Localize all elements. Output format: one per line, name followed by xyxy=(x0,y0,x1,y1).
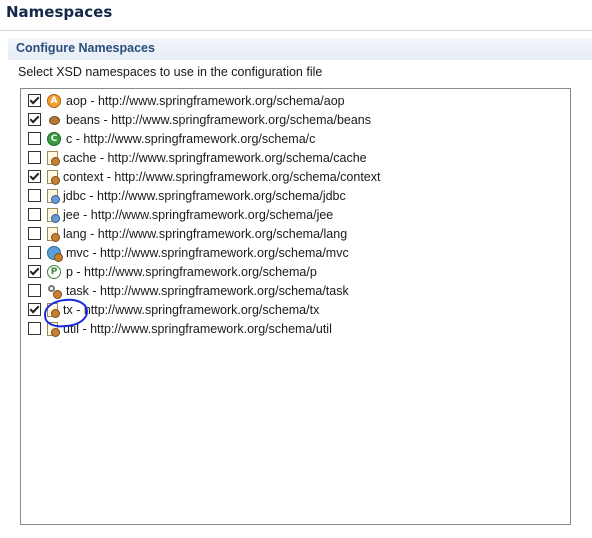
namespace-item-context[interactable]: context - http://www.springframework.org… xyxy=(28,167,381,186)
checkbox-jdbc[interactable] xyxy=(28,189,41,202)
namespace-label: jee - http://www.springframework.org/sch… xyxy=(63,207,334,222)
document-icon xyxy=(47,188,60,204)
document-icon xyxy=(47,226,60,242)
namespace-list[interactable]: A aop - http://www.springframework.org/s… xyxy=(20,88,571,525)
namespace-label: util - http://www.springframework.org/sc… xyxy=(63,321,332,336)
checkbox-tx[interactable] xyxy=(28,303,41,316)
checkbox-p[interactable] xyxy=(28,265,41,278)
document-icon xyxy=(47,302,60,318)
checkbox-jee[interactable] xyxy=(28,208,41,221)
namespace-label: mvc - http://www.springframework.org/sch… xyxy=(66,245,349,260)
checkbox-lang[interactable] xyxy=(28,227,41,240)
checkbox-util[interactable] xyxy=(28,322,41,335)
namespace-label: tx - http://www.springframework.org/sche… xyxy=(63,302,320,317)
namespace-label: aop - http://www.springframework.org/sch… xyxy=(66,93,345,108)
namespace-item-cache[interactable]: cache - http://www.springframework.org/s… xyxy=(28,148,367,167)
checkbox-c[interactable] xyxy=(28,132,41,145)
aop-icon: A xyxy=(47,93,61,108)
namespace-item-tx[interactable]: tx - http://www.springframework.org/sche… xyxy=(28,300,319,319)
namespace-item-beans[interactable]: beans - http://www.springframework.org/s… xyxy=(28,110,371,129)
namespace-label: lang - http://www.springframework.org/sc… xyxy=(63,226,348,241)
checkbox-aop[interactable] xyxy=(28,94,41,107)
section-title: Configure Namespaces xyxy=(16,41,155,55)
checkbox-task[interactable] xyxy=(28,284,41,297)
page-header: Namespaces xyxy=(0,0,592,31)
namespace-label: context - http://www.springframework.org… xyxy=(63,169,381,184)
namespace-item-c[interactable]: C c - http://www.springframework.org/sch… xyxy=(28,129,315,148)
document-icon xyxy=(47,150,60,166)
namespace-item-mvc[interactable]: mvc - http://www.springframework.org/sch… xyxy=(28,243,349,262)
section-description: Select XSD namespaces to use in the conf… xyxy=(18,65,323,79)
namespace-item-task[interactable]: task - http://www.springframework.org/sc… xyxy=(28,281,349,300)
namespace-item-aop[interactable]: A aop - http://www.springframework.org/s… xyxy=(28,91,345,110)
document-icon xyxy=(47,321,60,337)
checkbox-beans[interactable] xyxy=(28,113,41,126)
namespace-item-util[interactable]: util - http://www.springframework.org/sc… xyxy=(28,319,332,338)
page-title: Namespaces xyxy=(6,3,113,21)
namespace-item-p[interactable]: P p - http://www.springframework.org/sch… xyxy=(28,262,317,281)
checkbox-cache[interactable] xyxy=(28,151,41,164)
namespace-label: beans - http://www.springframework.org/s… xyxy=(66,112,371,127)
namespace-label: task - http://www.springframework.org/sc… xyxy=(66,283,349,298)
section-title-bar: Configure Namespaces xyxy=(8,38,592,61)
checkbox-mvc[interactable] xyxy=(28,246,41,259)
namespace-item-jdbc[interactable]: jdbc - http://www.springframework.org/sc… xyxy=(28,186,346,205)
p-namespace-icon: P xyxy=(47,264,61,279)
globe-icon xyxy=(47,245,63,262)
namespace-label: p - http://www.springframework.org/schem… xyxy=(66,264,317,279)
namespace-label: jdbc - http://www.springframework.org/sc… xyxy=(63,188,346,203)
namespace-label: c - http://www.springframework.org/schem… xyxy=(66,131,316,146)
gear-icon xyxy=(47,284,62,299)
document-icon xyxy=(47,207,60,223)
c-namespace-icon: C xyxy=(47,131,61,146)
bean-icon xyxy=(47,113,61,127)
namespace-item-jee[interactable]: jee - http://www.springframework.org/sch… xyxy=(28,205,333,224)
document-icon xyxy=(47,169,60,185)
checkbox-context[interactable] xyxy=(28,170,41,183)
namespace-label: cache - http://www.springframework.org/s… xyxy=(63,150,367,165)
namespace-item-lang[interactable]: lang - http://www.springframework.org/sc… xyxy=(28,224,347,243)
